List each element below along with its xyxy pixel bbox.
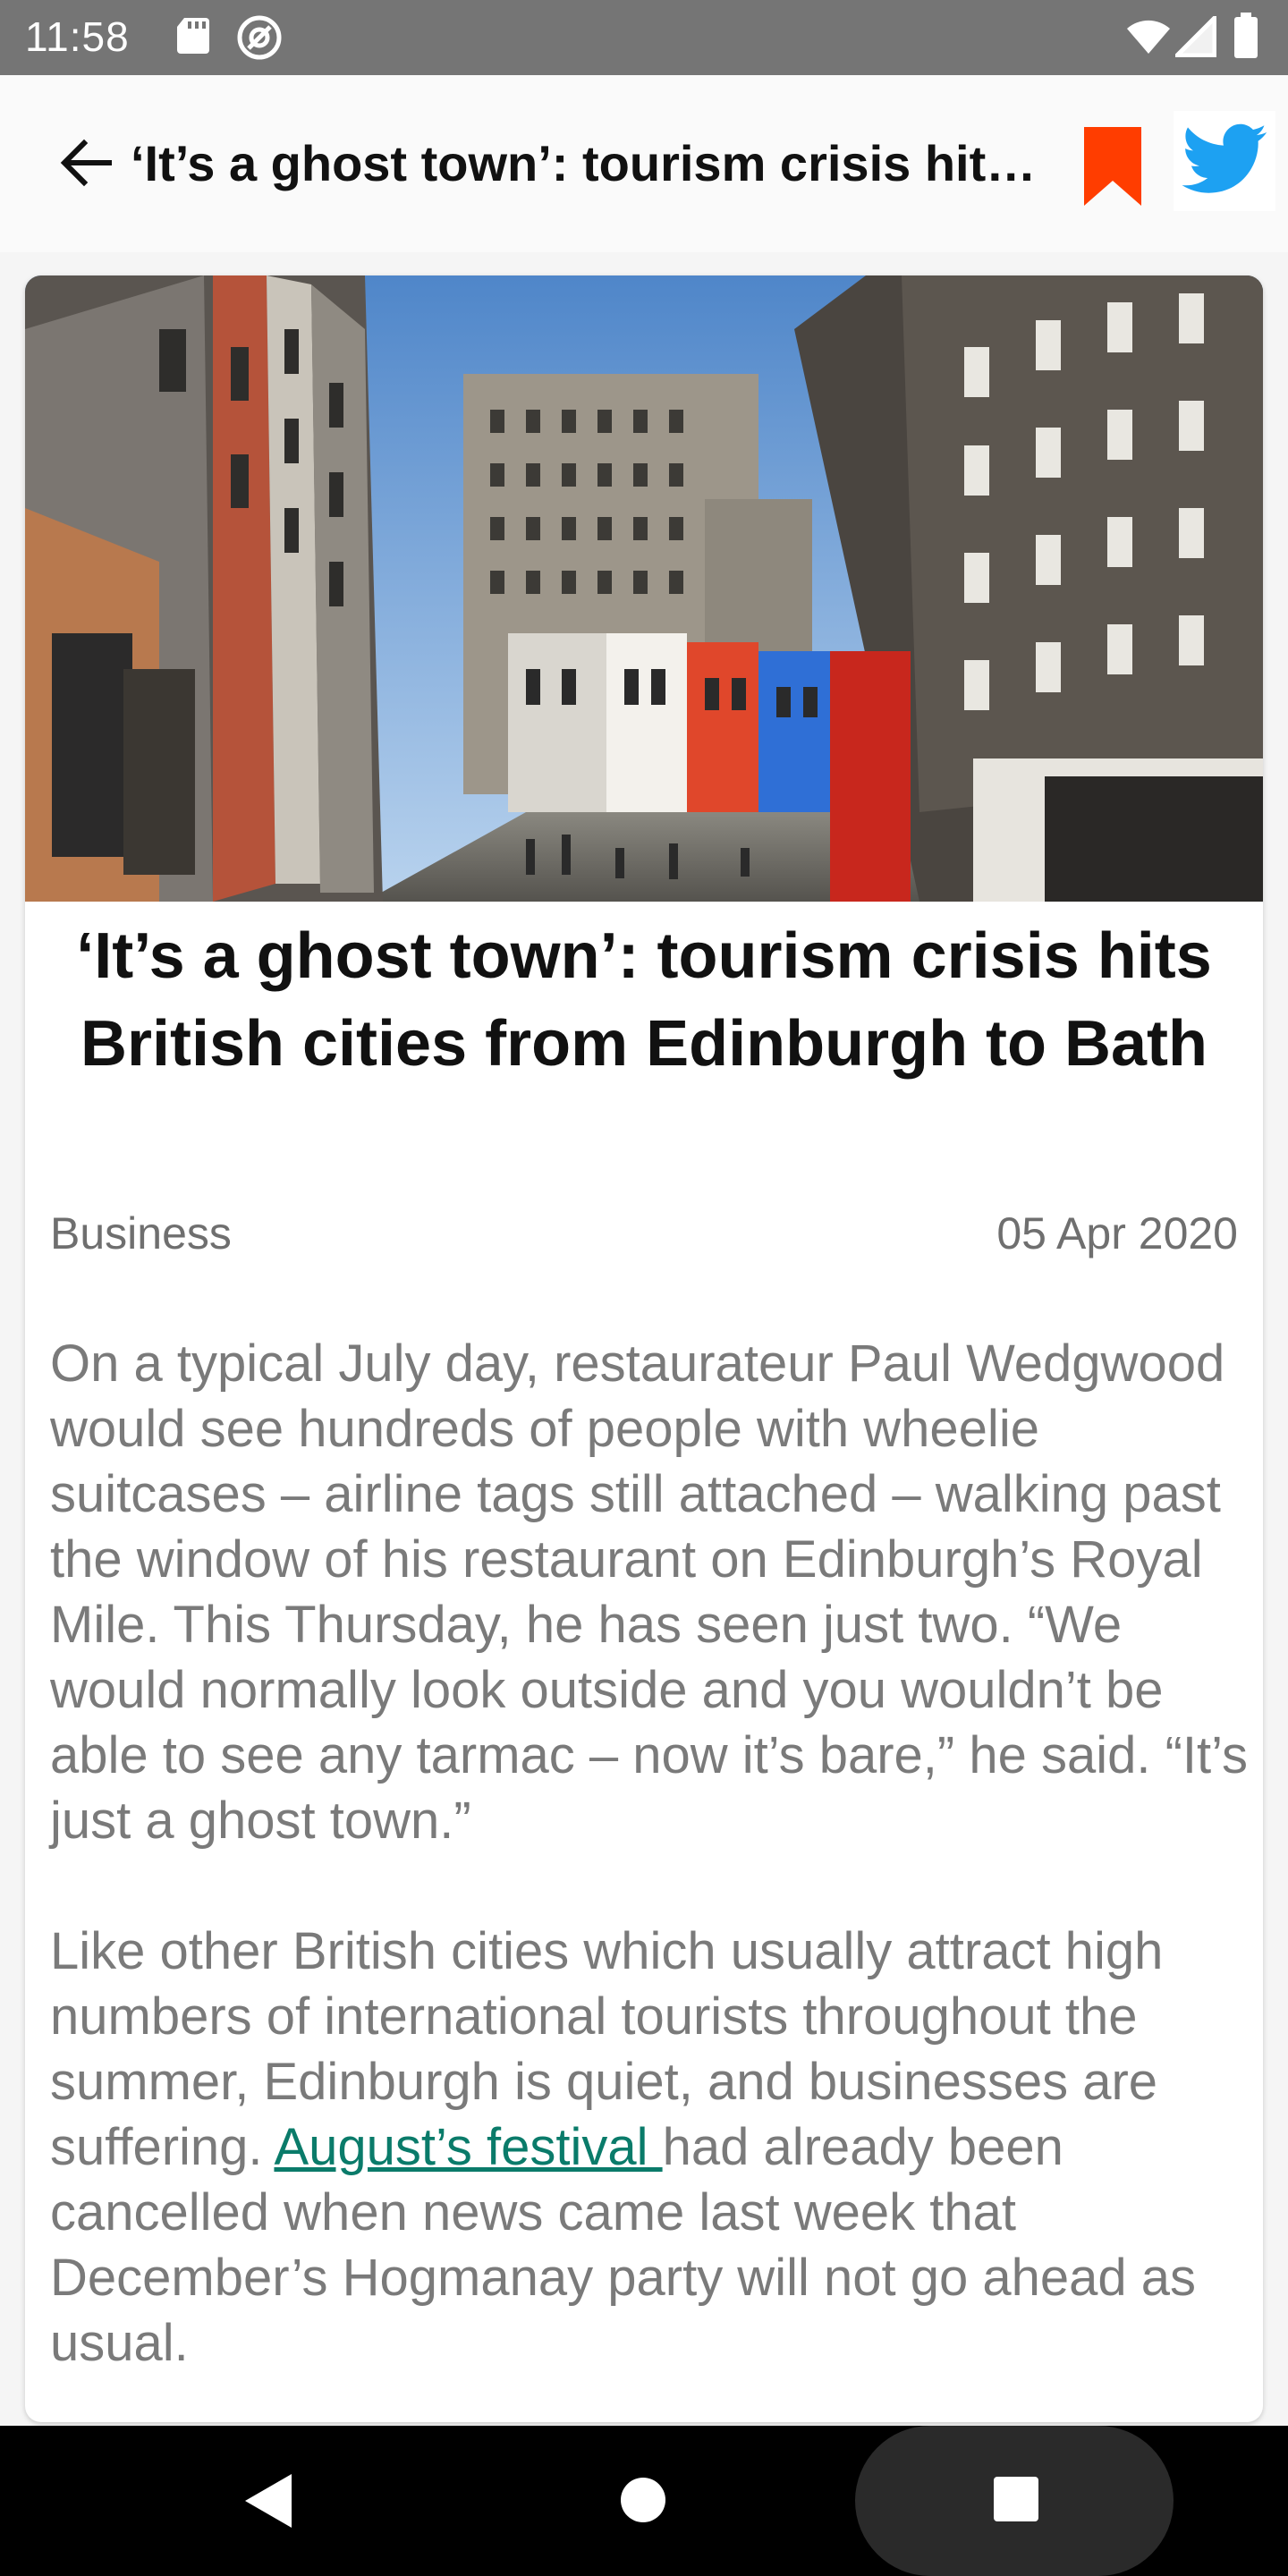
- nav-recents-icon: [994, 2477, 1038, 2521]
- article-category: Business: [50, 1208, 232, 1258]
- article-paragraph: Like other British cities which usually …: [50, 1919, 1249, 2376]
- festival-link[interactable]: August’s festival: [274, 2118, 662, 2176]
- nav-back-button[interactable]: [242, 2472, 295, 2534]
- wifi-icon: [1125, 18, 1172, 60]
- twitter-icon: [1182, 123, 1267, 193]
- app-bar: ‘It’s a ghost town’: tourism crisis hits…: [0, 75, 1288, 252]
- signal-icon: [1171, 12, 1217, 62]
- article-card[interactable]: ‘It’s a ghost town’: tourism crisis hits…: [25, 275, 1263, 2422]
- nav-home-icon: [621, 2478, 665, 2522]
- back-button[interactable]: [54, 131, 118, 195]
- at-sign-icon: [236, 14, 283, 65]
- app-bar-title: ‘It’s a ghost town’: tourism crisis hits…: [131, 135, 1043, 191]
- arrow-left-icon: [60, 139, 112, 187]
- sd-card-icon: [175, 16, 211, 60]
- article-date: 05 Apr 2020: [996, 1208, 1238, 1258]
- article-paragraph: On a typical July day, restaurateur Paul…: [50, 1335, 1248, 1850]
- nav-recents-button[interactable]: [993, 2476, 1039, 2527]
- article-headline: ‘It’s a ghost town’: tourism crisis hits…: [76, 920, 1212, 1080]
- bookmark-button[interactable]: [1079, 123, 1147, 209]
- status-time: 11:58: [25, 13, 130, 60]
- twitter-share-button[interactable]: [1174, 111, 1275, 211]
- street-scene-photo: [25, 275, 1263, 902]
- bookmark-icon: [1084, 127, 1141, 206]
- nav-home-button[interactable]: [619, 2476, 667, 2529]
- status-bar: 11:58: [0, 0, 1288, 75]
- nav-back-icon: [245, 2474, 292, 2528]
- article-body: On a typical July day, restaurateur Paul…: [50, 1331, 1249, 2422]
- system-nav-bar: [0, 2426, 1288, 2576]
- battery-icon: [1233, 13, 1259, 64]
